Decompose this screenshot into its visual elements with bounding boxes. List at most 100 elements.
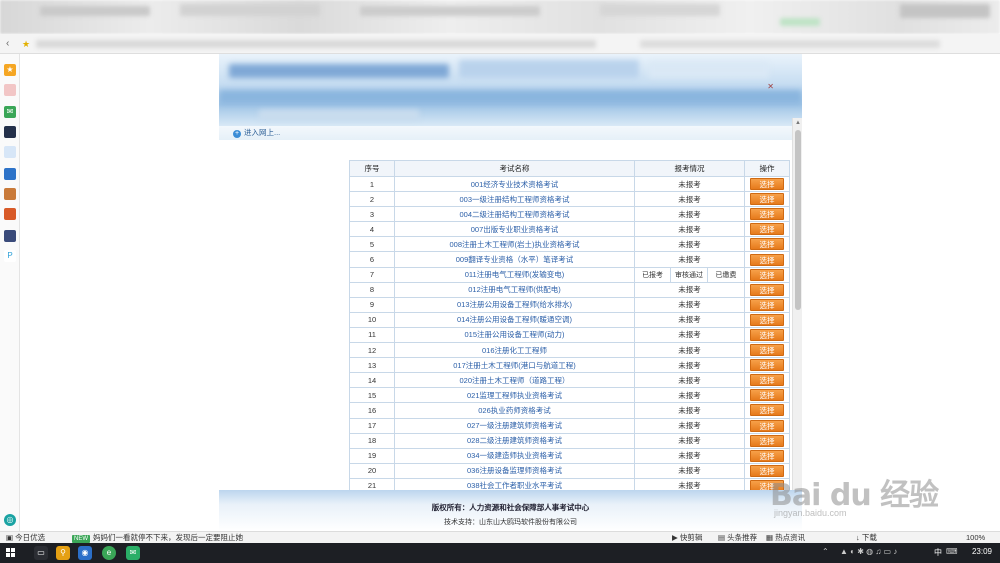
input-language[interactable]: 中 (934, 547, 942, 558)
table-row: 18 028二级注册建筑师资格考试 未报考 选择 (349, 432, 791, 449)
game-icon[interactable] (4, 230, 16, 242)
taskview-icon[interactable]: ▭ (34, 546, 48, 560)
exam-name: 013注册公用设备工程师(给水排水) (394, 296, 635, 313)
keyboard-icon[interactable]: ⌨ (946, 547, 958, 556)
table-row: 8 012注册电气工程师(供配电) 未报考 选择 (349, 281, 791, 298)
select-button[interactable]: 选择 (750, 268, 785, 281)
row-action: 选择 (744, 281, 791, 298)
table-row: 20 036注册设备监理师资格考试 未报考 选择 (349, 462, 791, 479)
exam-status: 未报考 (633, 281, 746, 298)
hot-news[interactable]: ▦ 热点资讯 (766, 532, 805, 543)
select-button[interactable]: 选择 (750, 193, 785, 206)
banner-strip (219, 90, 802, 104)
select-button[interactable]: 选择 (750, 359, 785, 372)
windows-start-icon[interactable] (6, 548, 16, 558)
enter-online-link[interactable]: + 进入网上... (233, 128, 280, 138)
logout-icon[interactable]: ✕ (767, 82, 774, 91)
exam-status: 未报考 (633, 206, 746, 223)
exam-name: 014注册公用设备工程师(暖通空调) (394, 311, 635, 328)
news-ticker[interactable]: NEW 妈妈们一看就停不下来，发现后一定要阻止她 (72, 532, 243, 543)
tray-chevron-icon[interactable]: ⌃ (822, 547, 829, 556)
row-index: 15 (349, 387, 395, 404)
p-icon[interactable]: P (4, 250, 16, 262)
wechat-icon[interactable]: ✉ (126, 546, 140, 560)
select-button[interactable]: 选择 (750, 419, 785, 432)
select-button[interactable]: 选择 (750, 253, 785, 266)
doc-icon[interactable] (4, 146, 16, 158)
exam-status: 未报考 (633, 236, 746, 253)
select-button[interactable]: 选择 (750, 404, 785, 417)
row-index: 7 (349, 266, 395, 283)
select-button[interactable]: 选择 (750, 223, 785, 236)
exam-name: 027一级注册建筑师资格考试 (394, 417, 635, 434)
exam-status: 未报考 (633, 417, 746, 434)
headline-recommend[interactable]: ▤ 头条推荐 (718, 532, 757, 543)
row-index: 1 (349, 175, 395, 193)
select-button[interactable]: 选择 (750, 283, 785, 296)
row-action: 选择 (744, 372, 791, 389)
exam-name: 038社会工作者职业水平考试 (394, 477, 635, 490)
sidebar-app-icon[interactable] (4, 168, 16, 180)
table-row: 15 021监理工程师执业资格考试 未报考 选择 (349, 387, 791, 404)
mail-icon[interactable]: ✉ (4, 106, 16, 118)
exam-status-detail: 审核通过 (670, 266, 708, 283)
news-icon[interactable] (4, 126, 16, 138)
sidebar-app-icon[interactable] (4, 84, 16, 96)
table-row: 6 009翻译专业资格（水平）笔译考试 未报考 选择 (349, 251, 791, 268)
news-text: 妈妈们一看就停不下来，发现后一定要阻止她 (93, 533, 243, 542)
select-button[interactable]: 选择 (750, 328, 785, 341)
blurred-tab (40, 6, 150, 16)
taskbar-clock[interactable]: 23:09 (972, 547, 992, 556)
select-button[interactable]: 选择 (750, 374, 785, 387)
favorite-icon[interactable]: ★ (4, 64, 16, 76)
assistant-icon[interactable]: ◎ (4, 514, 16, 526)
select-button[interactable]: 选择 (750, 344, 785, 357)
select-button[interactable]: 选择 (750, 238, 785, 251)
back-icon[interactable]: ‹ (6, 38, 16, 50)
exam-status: 未报考 (633, 447, 746, 464)
exam-name: 026执业药师资格考试 (394, 402, 635, 419)
header-action: 操作 (744, 160, 791, 177)
row-action: 选择 (744, 296, 791, 313)
row-index: 18 (349, 432, 395, 449)
banner-graphic (649, 62, 769, 78)
header-status: 报考情况 (633, 160, 746, 177)
game-icon[interactable] (4, 188, 16, 200)
app-icon[interactable]: ◉ (78, 546, 92, 560)
select-button[interactable]: 选择 (750, 389, 785, 402)
row-index: 21 (349, 477, 395, 490)
vertical-scrollbar[interactable]: ▲ (792, 118, 802, 490)
select-button[interactable]: 选择 (750, 313, 785, 326)
quick-clip[interactable]: ▶ 快剪辑 (672, 532, 702, 543)
today-picks[interactable]: ▣ 今日优选 (6, 532, 45, 543)
window-controls[interactable] (900, 4, 990, 18)
star-icon[interactable]: ★ (22, 38, 30, 50)
zoom-level[interactable]: 100% (966, 532, 985, 543)
select-button[interactable]: 选择 (750, 434, 785, 447)
exam-table: 序号 考试名称 报考情况 操作 1 001经济专业技术资格考试 未报考 选择 2 003一… (349, 160, 791, 490)
download[interactable]: ↓ 下载 (856, 532, 877, 543)
exam-name: 034一级建造师执业资格考试 (394, 447, 635, 464)
row-action: 选择 (744, 432, 791, 449)
left-panel (219, 140, 311, 490)
blurred-tab (600, 4, 720, 16)
select-button[interactable]: 选择 (750, 208, 785, 221)
table-row: 13 017注册土木工程师(港口与航道工程) 未报考 选择 (349, 357, 791, 374)
row-index: 8 (349, 281, 395, 298)
exam-name: 015注册公用设备工程师(动力) (394, 326, 635, 344)
scroll-up-icon[interactable]: ▲ (794, 119, 802, 127)
exam-status: 未报考 (633, 342, 746, 359)
select-button[interactable]: 选择 (750, 449, 785, 462)
row-action: 选择 (744, 206, 791, 223)
browser-app-icon[interactable]: e (102, 546, 116, 560)
tray-icons[interactable]: ▲ ◐ ✱ ◍ ♫ ▭ ♪ (840, 547, 897, 556)
baidu-watermark: Bai du 经验 jingyan.baidu.com (762, 464, 972, 524)
exam-name: 003一级注册结构工程师资格考试 (394, 191, 635, 208)
select-button[interactable]: 选择 (750, 298, 785, 311)
select-button[interactable]: 选择 (750, 178, 785, 191)
search-app-icon[interactable]: ⚲ (56, 546, 70, 560)
scrollbar-thumb[interactable] (795, 130, 801, 310)
exam-name: 012注册电气工程师(供配电) (394, 281, 635, 298)
game-icon[interactable] (4, 208, 16, 220)
row-action: 选择 (744, 191, 791, 208)
